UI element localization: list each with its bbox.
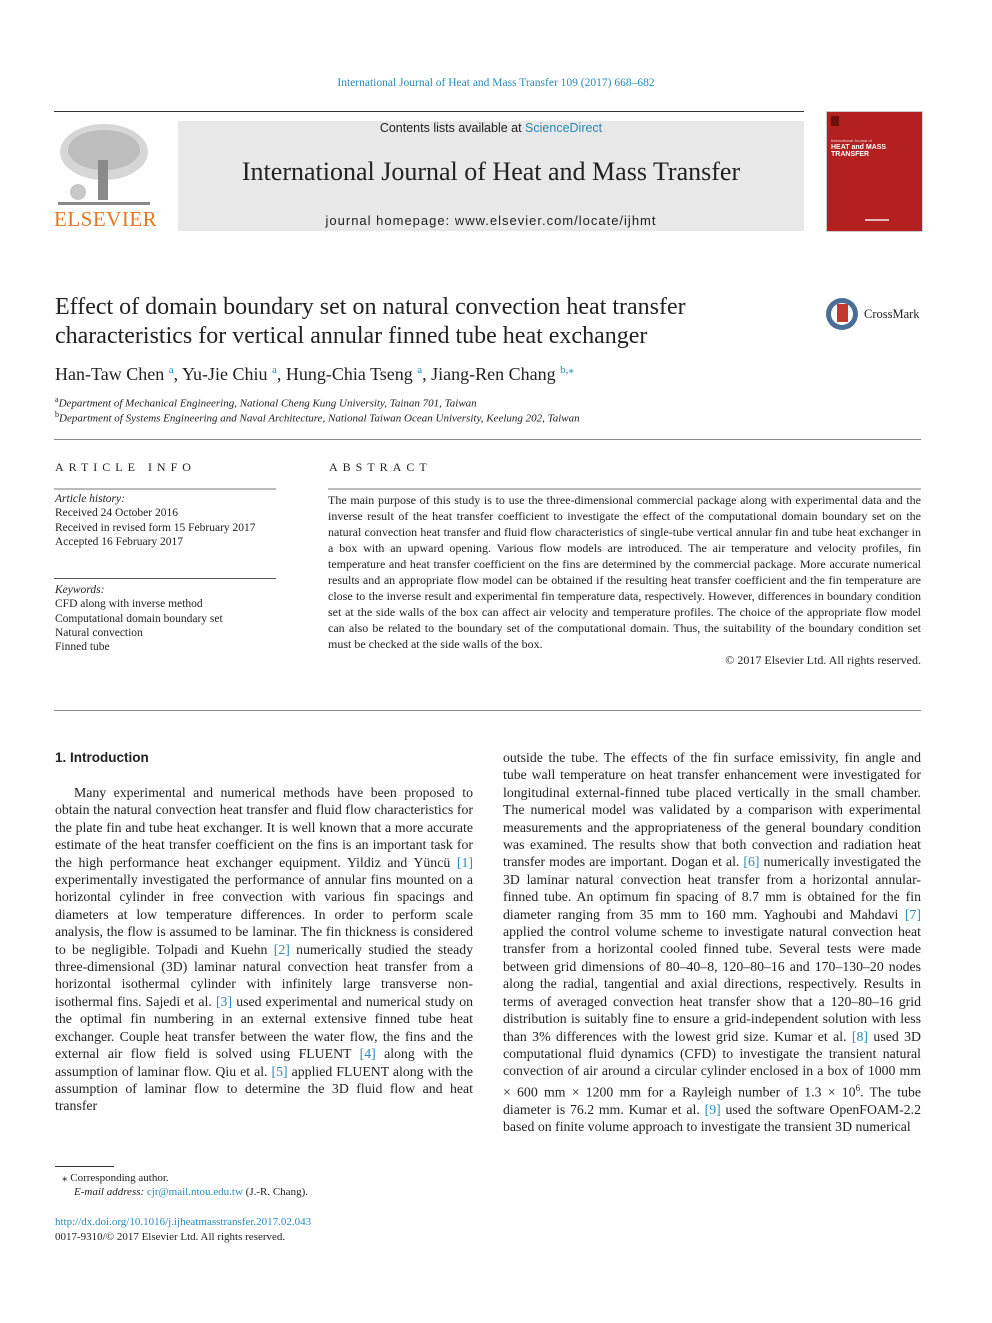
crossmark-badge[interactable]: CrossMark <box>826 298 926 334</box>
author: Yu-Jie Chiu a <box>181 364 277 384</box>
author: Han-Taw Chen a <box>55 364 174 384</box>
cover-subtitle: International Journal of <box>831 138 872 143</box>
citation-ref[interactable]: [5] <box>272 1064 288 1079</box>
abstract-text: The main purpose of this study is to use… <box>328 493 921 651</box>
citation-ref[interactable]: [8] <box>852 1029 868 1044</box>
abstract-body: The main purpose of this study is to use… <box>328 492 921 668</box>
citation-ref[interactable]: [3] <box>216 994 232 1009</box>
tree-icon <box>58 124 150 205</box>
cover-footer <box>865 219 889 221</box>
journal-cover[interactable]: International Journal of HEAT and MASS T… <box>826 111 923 232</box>
abstract-copyright: © 2017 Elsevier Ltd. All rights reserved… <box>725 653 921 667</box>
citation-ref[interactable]: [7] <box>905 907 921 922</box>
elsevier-wordmark: ELSEVIER <box>54 207 158 231</box>
intro-column-right: outside the tube. The effects of the fin… <box>503 750 922 1135</box>
keyword: Computational domain boundary set <box>55 612 223 625</box>
keyword: CFD along with inverse method <box>55 598 203 611</box>
author-list: Han-Taw Chen a, Yu-Jie Chiu a, Hung-Chia… <box>55 364 574 384</box>
email-link[interactable]: cjr@mail.ntou.edu.tw <box>147 1186 243 1198</box>
header-rule <box>54 111 804 112</box>
citation-ref[interactable]: [4] <box>360 1046 376 1061</box>
author: Jiang-Ren Chang b,⁎ <box>431 364 574 384</box>
contents-line: Contents lists available at ScienceDirec… <box>379 121 603 135</box>
abstract-heading: ABSTRACT <box>329 460 432 474</box>
doi-link[interactable]: http://dx.doi.org/10.1016/j.ijheatmasstr… <box>55 1216 311 1228</box>
elsevier-logo: ELSEVIER <box>54 120 164 232</box>
article-title: Effect of domain boundary set on natural… <box>55 294 686 349</box>
affiliation: aDepartment of Mechanical Engineering, N… <box>55 395 477 410</box>
keyword: Natural convection <box>55 626 143 639</box>
divider <box>54 488 276 490</box>
journal-banner: Contents lists available at ScienceDirec… <box>178 121 804 231</box>
footnote-rule <box>55 1166 114 1167</box>
affiliation: bDepartment of Systems Engineering and N… <box>55 410 580 425</box>
author: Hung-Chia Tseng a <box>285 364 423 384</box>
journal-title: International Journal of Heat and Mass T… <box>241 157 741 186</box>
citation-ref[interactable]: [2] <box>274 942 290 957</box>
divider <box>328 488 921 490</box>
keyword: Finned tube <box>55 641 110 654</box>
citation-ref[interactable]: [1] <box>457 855 473 870</box>
corresponding-author-note: ⁎ Corresponding author. <box>62 1172 169 1184</box>
keywords: Keywords: CFD along with inverse method … <box>55 583 277 654</box>
superscript: 6 <box>855 1082 861 1093</box>
divider <box>54 710 921 711</box>
issn-line: 0017-9310/© 2017 Elsevier Ltd. All right… <box>55 1231 286 1243</box>
cover-title: HEAT and MASS TRANSFER <box>831 144 887 158</box>
journal-homepage[interactable]: journal homepage: www.elsevier.com/locat… <box>178 213 804 228</box>
article-history: Article history: Received 24 October 201… <box>55 493 256 548</box>
divider <box>54 439 921 440</box>
citation-ref[interactable]: [6] <box>743 854 759 869</box>
section-heading: 1. Introduction <box>55 750 149 765</box>
journal-citation[interactable]: International Journal of Heat and Mass T… <box>0 77 992 89</box>
sciencedirect-link[interactable]: ScienceDirect <box>525 121 602 135</box>
intro-column-left: Many experimental and numerical methods … <box>55 785 474 1114</box>
citation-ref[interactable]: [9] <box>705 1102 721 1117</box>
divider <box>54 578 276 579</box>
article-info-heading: ARTICLE INFO <box>55 460 196 474</box>
email-note: E-mail address: cjr@mail.ntou.edu.tw (J.… <box>74 1186 308 1198</box>
cover-emblem-icon <box>831 116 839 126</box>
